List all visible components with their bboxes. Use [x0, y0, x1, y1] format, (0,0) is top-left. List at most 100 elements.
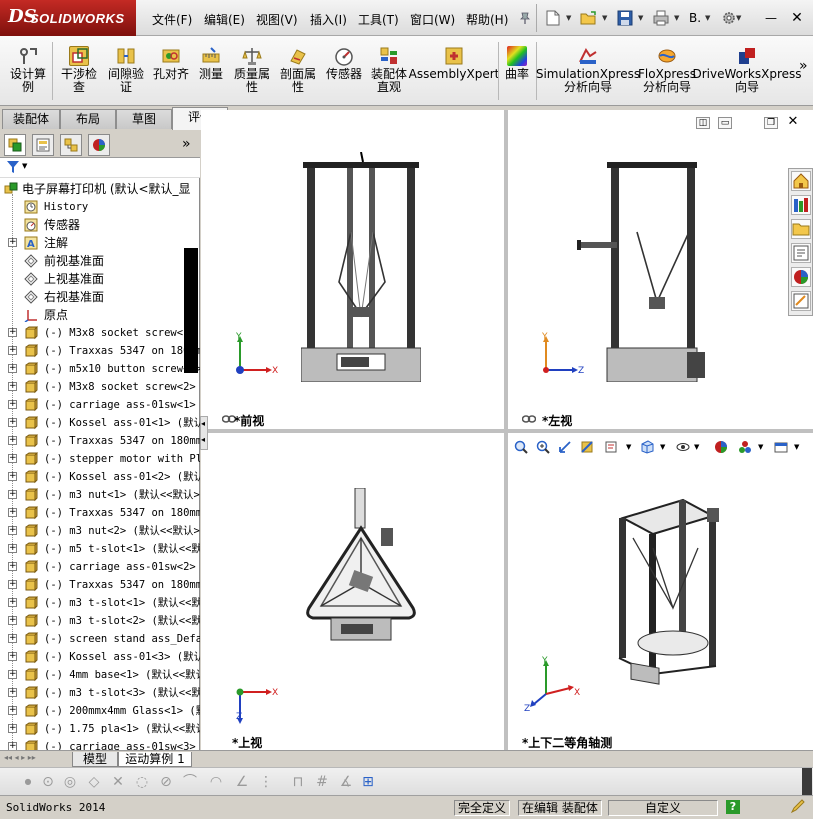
- tree-component-row[interactable]: + (-) stepper motor with Pla: [0, 450, 200, 468]
- left-view-link-icon[interactable]: [521, 413, 537, 427]
- print-dropdown-icon[interactable]: ▼: [674, 14, 679, 22]
- quick-snaps-icon[interactable]: ⊞: [360, 774, 376, 790]
- open-folder-icon[interactable]: [578, 8, 600, 28]
- circle-icon[interactable]: ⊙: [40, 774, 56, 790]
- solidworks-resources-button[interactable]: [791, 171, 811, 191]
- simulationxpress-button[interactable]: SimulationXpress 分析向导: [536, 40, 640, 102]
- print-icon[interactable]: [650, 8, 672, 28]
- tab-sketch[interactable]: 草图: [116, 109, 172, 129]
- expand-plus-icon[interactable]: +: [8, 706, 17, 715]
- menu-insert[interactable]: 插入(I): [310, 11, 347, 28]
- sensor-button[interactable]: 传感器: [322, 40, 366, 102]
- splitter-right-arrow-icon[interactable]: ◂: [201, 435, 205, 444]
- tab-layout[interactable]: 布局: [60, 109, 116, 129]
- expand-plus-icon[interactable]: +: [8, 508, 17, 517]
- ribbon-more-chevron-icon[interactable]: »: [799, 58, 808, 74]
- view-orientation-cube-icon[interactable]: [640, 440, 654, 454]
- angle-icon[interactable]: ∡: [338, 774, 354, 790]
- view-orientation-dropdown-icon[interactable]: ▼: [626, 443, 631, 451]
- view-palette-button[interactable]: [791, 243, 811, 263]
- menu-file[interactable]: 文件(F): [152, 11, 192, 28]
- driveworksxpress-button[interactable]: DriveWorksXpress 向导: [692, 40, 802, 102]
- design-library-button[interactable]: [791, 195, 811, 215]
- tree-item-sensor[interactable]: 传感器: [0, 216, 200, 234]
- tree-component-row[interactable]: + (-) m3 t-slot<2> (默认<<默: [0, 612, 200, 630]
- tree-component-row[interactable]: + (-) carriage ass-01sw<2> (: [0, 558, 200, 576]
- tree-item-history[interactable]: History: [0, 198, 200, 216]
- expand-plus-icon[interactable]: +: [8, 724, 17, 733]
- expand-plus-icon[interactable]: +: [8, 580, 17, 589]
- filter-funnel-icon[interactable]: [6, 160, 20, 177]
- tree-component-row[interactable]: + (-) Kossel ass-01<2> (默认: [0, 468, 200, 486]
- expand-plus-icon[interactable]: +: [8, 328, 17, 337]
- expand-plus-icon[interactable]: +: [8, 562, 17, 571]
- tree-root-assembly[interactable]: 电子屏幕打印机 (默认<默认_显: [0, 180, 200, 198]
- options-dropdown-icon[interactable]: ▼: [736, 14, 741, 22]
- relations-icon[interactable]: ⋮: [258, 774, 274, 790]
- grid-icon[interactable]: #: [314, 774, 330, 790]
- tree-component-row[interactable]: + (-) m3 nut<1> (默认<<默认>: [0, 486, 200, 504]
- tree-component-row[interactable]: + (-) Kossel ass-01<3> (默认: [0, 648, 200, 666]
- toolbar-grip[interactable]: [802, 768, 812, 796]
- expand-plus-icon[interactable]: +: [8, 598, 17, 607]
- tree-component-row[interactable]: + (-) m3 nut<2> (默认<<默认>: [0, 522, 200, 540]
- new-dropdown-icon[interactable]: ▼: [566, 14, 571, 22]
- scene-dropdown-icon[interactable]: ▼: [758, 443, 763, 451]
- expand-plus-icon[interactable]: +: [8, 688, 17, 697]
- trim-icon[interactable]: ✕: [110, 774, 126, 790]
- tree-component-row[interactable]: + (-) 1.75 pla<1> (默认<<默认: [0, 720, 200, 738]
- menu-window[interactable]: 窗口(W): [410, 11, 455, 28]
- view-settings-dropdown-icon[interactable]: ▼: [794, 443, 799, 451]
- view-close-icon[interactable]: ✕: [786, 115, 800, 129]
- zoom-to-fit-icon[interactable]: [514, 440, 528, 454]
- filter-dropdown-icon[interactable]: ▼: [22, 162, 27, 170]
- view-restore-icon[interactable]: ❐: [764, 117, 778, 129]
- expand-plus-icon[interactable]: +: [8, 364, 17, 373]
- status-pencil-icon[interactable]: [790, 798, 806, 814]
- tree-component-row[interactable]: + (-) Traxxas 5347 on 180mm: [0, 504, 200, 522]
- panel-splitter-handle[interactable]: ◂ ◂: [200, 416, 208, 450]
- tree-component-row[interactable]: + (-) m3 t-slot<1> (默认<<默: [0, 594, 200, 612]
- tree-component-row[interactable]: + (-) screen stand ass_Defau: [0, 630, 200, 648]
- tree-component-row[interactable]: + (-) 4mm base<1> (默认<<默认: [0, 666, 200, 684]
- tab-assembly[interactable]: 装配体: [2, 109, 60, 129]
- tree-item-origin[interactable]: 原点: [0, 306, 200, 324]
- menu-view[interactable]: 视图(V): [256, 11, 298, 28]
- expand-plus-icon[interactable]: +: [8, 382, 17, 391]
- polygon-icon[interactable]: ◇: [86, 774, 102, 790]
- tree-item-annot[interactable]: + A 注解: [0, 234, 200, 252]
- hole-alignment-button[interactable]: 孔对齐: [150, 40, 192, 102]
- expand-plus-icon[interactable]: +: [8, 634, 17, 643]
- section-properties-button[interactable]: 剖面属 性: [276, 40, 320, 102]
- solidworks-logo[interactable]: DS SOLIDWORKS: [0, 0, 136, 36]
- tree-component-row[interactable]: + (-) M3x8 socket screw<2> (: [0, 378, 200, 396]
- tree-component-row[interactable]: + (-) 200mmx4mm Glass<1> (默: [0, 702, 200, 720]
- appearances-button[interactable]: [791, 267, 811, 287]
- configuration-manager-tab[interactable]: [60, 134, 82, 156]
- property-manager-tab[interactable]: [32, 134, 54, 156]
- b-dropdown-icon[interactable]: ▼: [705, 14, 710, 22]
- section-view-icon[interactable]: [580, 440, 594, 454]
- expand-plus-icon[interactable]: +: [8, 742, 17, 750]
- hide-show-dropdown-icon[interactable]: ▼: [694, 443, 699, 451]
- interference-check-button[interactable]: 干涉检 查: [56, 40, 102, 102]
- fillet-icon[interactable]: ⌒: [182, 774, 198, 790]
- arc-icon[interactable]: ◠: [208, 774, 224, 790]
- measure-button[interactable]: 测量: [194, 40, 228, 102]
- custom-properties-button[interactable]: [791, 291, 811, 311]
- mass-properties-button[interactable]: 质量属 性: [230, 40, 274, 102]
- design-study-button[interactable]: 设计算 例: [6, 40, 50, 102]
- tree-component-row[interactable]: + (-) carriage ass-01sw<3> (: [0, 738, 200, 750]
- expand-plus-icon[interactable]: +: [8, 616, 17, 625]
- tree-component-row[interactable]: + (-) M3x8 socket screw<1> (: [0, 324, 200, 342]
- expand-plus-icon[interactable]: +: [8, 670, 17, 679]
- expand-plus-icon[interactable]: +: [8, 400, 17, 409]
- display-style-dropdown-icon[interactable]: ▼: [660, 443, 665, 451]
- centerpoint-arc-icon[interactable]: ◎: [62, 774, 78, 790]
- expand-plus-icon[interactable]: +: [8, 490, 17, 499]
- assembly-visualization-button[interactable]: 装配体 直观: [366, 40, 412, 102]
- view-settings-icon[interactable]: [774, 440, 788, 454]
- clearance-verify-button[interactable]: 间隙验 证: [104, 40, 148, 102]
- smart-dimension-icon[interactable]: ∠: [234, 774, 250, 790]
- dynamic-annotation-icon[interactable]: [604, 440, 618, 454]
